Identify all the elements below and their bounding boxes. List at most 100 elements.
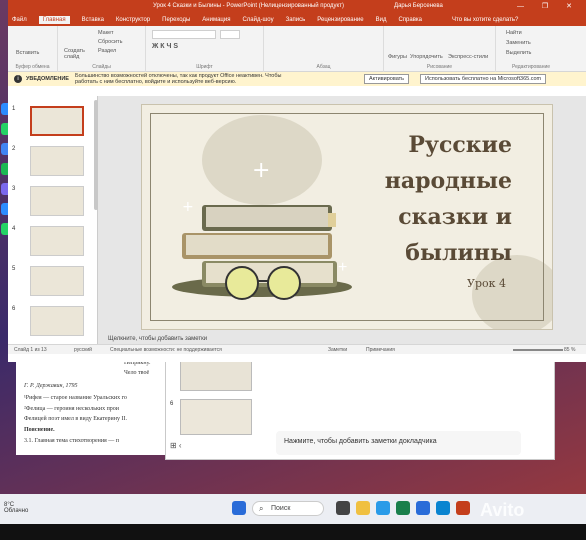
group-label: Рисование (426, 64, 453, 70)
layout-button[interactable]: Макет (98, 30, 114, 36)
font-name-select[interactable] (152, 30, 216, 39)
tab-file[interactable]: Файл (12, 17, 27, 23)
secondary-presentation-window[interactable]: 6 Нажмите, чтобы добавить заметки доклад… (165, 350, 572, 460)
activate-button[interactable]: Активировать (364, 74, 410, 84)
quick-styles-button[interactable]: Экспресс-стили (448, 54, 488, 60)
new-slide-button[interactable]: Создать слайд (64, 48, 88, 60)
search-label: Поиск (271, 505, 291, 512)
info-icon: i (14, 75, 22, 83)
group-label: Шрифт (196, 64, 213, 70)
weather-condition: Облачно (4, 508, 29, 514)
paste-button[interactable]: Вставить (16, 50, 39, 56)
thumbnail-scrollbar[interactable] (94, 100, 98, 210)
window-controls[interactable]: — ❐ ✕ (517, 2, 580, 10)
clipboard-group: Вставить Буфер обмена (8, 26, 58, 72)
tab-transitions[interactable]: Переходы (162, 17, 190, 23)
file-explorer-icon[interactable] (356, 501, 370, 515)
word-icon[interactable] (416, 501, 430, 515)
tab-help[interactable]: Справка (398, 17, 422, 23)
zoom-level[interactable]: 85 % (564, 347, 575, 353)
thumb-number: 1 (12, 106, 16, 112)
app-icon[interactable] (376, 501, 390, 515)
svg-text:+: + (182, 199, 194, 215)
notes-placeholder[interactable]: Щелкните, чтобы добавить заметки (100, 336, 586, 344)
slide-canvas[interactable]: + + + Русские народные сказки и былины У… (141, 104, 553, 330)
arrange-button[interactable]: Упорядочить (410, 54, 443, 60)
thumbnail-pane: 1 2 3 4 5 6 (8, 96, 98, 344)
app-icon[interactable] (396, 501, 410, 515)
tab-slideshow[interactable]: Слайд-шоу (242, 17, 273, 23)
font-group: Ж К Ч S Шрифт (146, 26, 264, 72)
status-bar: Слайд 1 из 13 русский Специальные возмож… (8, 344, 586, 354)
tab-home[interactable]: Главная (38, 16, 70, 24)
tell-me-search[interactable]: Что вы хотите сделать? (452, 17, 518, 23)
group-label: Слайды (92, 64, 111, 70)
nav-controls[interactable]: ⊞ ‹ (170, 441, 182, 450)
tab-design[interactable]: Конструктор (116, 17, 150, 23)
edge-icon[interactable] (436, 501, 450, 515)
title-bar: Урок 4 Сказки и Былины - PowerPoint (Нел… (8, 0, 586, 14)
slides-group: Создать слайд Макет Сбросить Раздел Слай… (58, 26, 146, 72)
slide-thumbnail[interactable] (30, 106, 84, 136)
accessibility-status[interactable]: Специальные возможности: не поддерживает… (110, 347, 222, 353)
editing-group: Найти Заменить Выделить Редактирование (496, 26, 566, 72)
replace-button[interactable]: Заменить (506, 40, 531, 46)
slide-counter: Слайд 1 из 13 (14, 347, 47, 353)
slide-title[interactable]: Русские народные сказки и былины (352, 127, 512, 271)
slide-thumbnail[interactable] (30, 146, 84, 176)
slide-thumbnail[interactable] (30, 186, 84, 216)
group-label: Редактирование (511, 64, 551, 70)
plus-decoration-icon: + (338, 259, 348, 276)
font-format-buttons[interactable]: Ж К Ч S (152, 43, 178, 50)
window-title: Урок 4 Сказки и Былины - PowerPoint (Нел… (153, 3, 344, 9)
slide-thumbnail[interactable] (30, 306, 84, 336)
notes-toggle[interactable]: Заметки (328, 347, 347, 353)
thumb-number: 2 (12, 146, 16, 152)
tab-insert[interactable]: Вставка (82, 17, 104, 23)
notification-message: Большинство возможностей отключены, так … (74, 72, 282, 85)
section-button[interactable]: Раздел (98, 48, 116, 54)
group-label: Буфер обмена (15, 64, 50, 70)
slide-number: 6 (170, 401, 174, 407)
powerpoint-window: Урок 4 Сказки и Былины - PowerPoint (Нел… (8, 0, 586, 362)
thumb-number: 6 (12, 306, 16, 312)
svg-text:+: + (252, 158, 270, 183)
start-icon[interactable] (232, 501, 246, 515)
slide-thumbnail[interactable] (30, 266, 84, 296)
tab-record[interactable]: Запись (286, 17, 306, 23)
group-label: Абзац (316, 64, 331, 70)
taskbar-search[interactable]: ⌕ Поиск (252, 501, 324, 516)
slide-thumbnail[interactable] (30, 226, 84, 256)
user-name[interactable]: Дарья Берсенева (394, 3, 443, 9)
weather-widget[interactable]: 8°C Облачно (4, 502, 28, 514)
shapes-button[interactable]: Фигуры (388, 54, 407, 60)
tab-view[interactable]: Вид (376, 17, 387, 23)
paragraph-group: Абзац (264, 26, 384, 72)
select-button[interactable]: Выделить (506, 50, 531, 56)
slide-thumbnail[interactable] (180, 359, 252, 391)
thumb-number: 3 (12, 186, 16, 192)
ribbon-tabs: Файл Главная Вставка Конструктор Переход… (8, 14, 586, 26)
thumb-number: 5 (12, 266, 16, 272)
thumb-number: 4 (12, 226, 16, 232)
notification-label: УВЕДОМЛЕНИЕ (26, 76, 69, 82)
books-glasses-illustration: + + (172, 158, 352, 300)
comments-toggle[interactable]: Примечания (366, 347, 395, 353)
use-web-button[interactable]: Использовать бесплатно на Microsoft365.c… (420, 74, 547, 84)
drawing-group: Фигуры Упорядочить Экспресс-стили Рисова… (384, 26, 496, 72)
editing-workspace: 1 2 3 4 5 6 + + + Русские народные сказк… (8, 96, 586, 344)
notification-bar: i УВЕДОМЛЕНИЕ Большинство возможностей о… (8, 72, 586, 86)
language-indicator[interactable]: русский (74, 347, 92, 353)
zoom-slider[interactable] (513, 349, 563, 351)
font-size-select[interactable] (220, 30, 240, 39)
slide-subtitle[interactable]: Урок 4 (467, 277, 506, 290)
slide-thumbnail[interactable] (180, 399, 252, 435)
reset-button[interactable]: Сбросить (98, 39, 122, 45)
find-button[interactable]: Найти (506, 30, 522, 36)
tab-review[interactable]: Рецензирование (317, 17, 363, 23)
ribbon: Вставить Буфер обмена Создать слайд Маке… (8, 26, 586, 72)
tab-animations[interactable]: Анимация (202, 17, 230, 23)
powerpoint-icon[interactable] (456, 501, 470, 515)
task-view-icon[interactable] (336, 501, 350, 515)
speaker-notes-field[interactable]: Нажмите, чтобы добавить заметки докладчи… (276, 431, 521, 455)
